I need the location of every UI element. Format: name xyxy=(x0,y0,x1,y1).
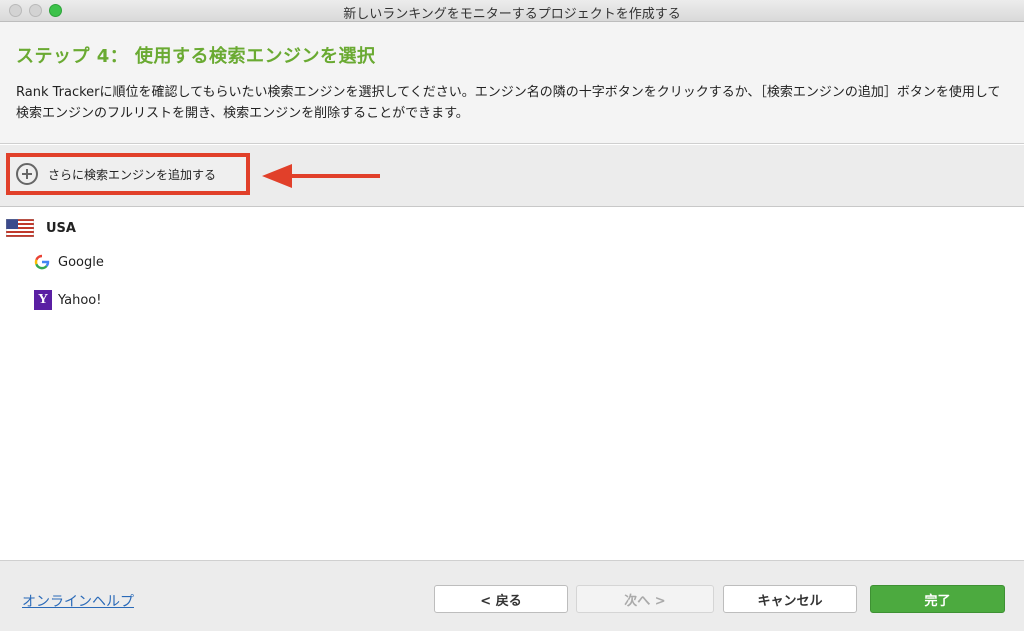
title-bar: 新しいランキングをモニターするプロジェクトを作成する xyxy=(0,0,1024,22)
engine-toolbar: さらに検索エンジンを追加する xyxy=(0,145,1024,207)
country-label: USA xyxy=(46,220,76,236)
window-title: 新しいランキングをモニターするプロジェクトを作成する xyxy=(343,7,681,22)
engine-item-google[interactable]: Google xyxy=(34,254,104,270)
yahoo-icon: Y xyxy=(34,290,52,310)
step-title: ステップ 4： 使用する検索エンジンを選択 xyxy=(16,46,376,67)
us-flag-icon xyxy=(6,219,34,237)
step-description: Rank Trackerに順位を確認してもらいたい検索エンジンを選択してください… xyxy=(16,85,1001,121)
plus-circle-icon xyxy=(16,163,38,185)
add-search-engine-label: さらに検索エンジンを追加する xyxy=(48,167,217,182)
online-help-link[interactable]: オンラインヘルプ xyxy=(22,591,134,611)
finish-button[interactable]: 完了 xyxy=(870,585,1005,613)
next-button[interactable]: 次へ > xyxy=(576,585,714,613)
add-search-engine-button[interactable]: さらに検索エンジンを追加する xyxy=(6,153,250,195)
engine-label: Google xyxy=(58,254,104,270)
wizard-footer: オンラインヘルプ < 戻る 次へ > キャンセル 完了 xyxy=(0,560,1024,631)
wizard-header: ステップ 4： 使用する検索エンジンを選択 Rank Trackerに順位を確認… xyxy=(0,22,1024,144)
back-button[interactable]: < 戻る xyxy=(434,585,568,613)
search-engine-list: USA Google Y Yahoo! xyxy=(0,208,1024,560)
cancel-button[interactable]: キャンセル xyxy=(723,585,857,613)
engine-item-yahoo[interactable]: Y Yahoo! xyxy=(34,290,101,310)
country-row[interactable]: USA xyxy=(6,219,76,237)
red-arrow-annotation xyxy=(262,164,380,188)
engine-label: Yahoo! xyxy=(58,292,102,308)
google-icon xyxy=(34,254,50,270)
